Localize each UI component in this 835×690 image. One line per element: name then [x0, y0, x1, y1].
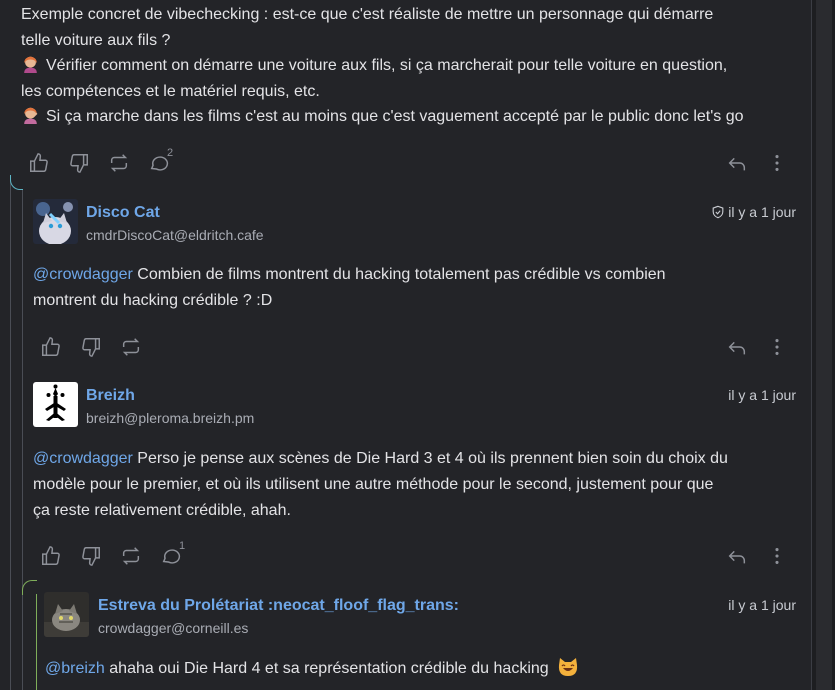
reply-arrow-icon [728, 157, 746, 171]
reply-arrow-icon [728, 341, 746, 355]
kebab-menu-icon [775, 339, 779, 355]
dislike-button[interactable] [68, 152, 92, 176]
mention-link[interactable]: @breizh [45, 660, 105, 677]
thumbs-down-icon [70, 154, 88, 173]
scrollbar-thumb[interactable] [816, 0, 832, 690]
status-content: @crowdagger Perso je pense aux scènes de… [33, 446, 803, 524]
reply-button[interactable] [726, 152, 750, 176]
like-button[interactable] [40, 336, 64, 360]
status-content: @crowdagger Combien de films montrent du… [33, 262, 803, 314]
display-name[interactable]: Breizh [86, 387, 135, 405]
text-line: @breizh ahaha oui Die Hard 4 et sa repré… [45, 656, 805, 682]
avatar[interactable] [33, 382, 78, 427]
text: Combien de films montrent du hacking tot… [132, 266, 666, 283]
reply-count-button[interactable]: 1 [160, 540, 185, 569]
text-line: ça reste relativement crédible, ahah. [33, 502, 291, 519]
text-line: @crowdagger Combien de films montrent du… [33, 262, 803, 288]
reply-count: 2 [167, 147, 174, 159]
thumbs-down-icon [82, 547, 100, 566]
status-content: @breizh ahaha oui Die Hard 4 et sa repré… [45, 656, 805, 682]
text-line: modèle pour le premier, et où ils utilis… [33, 476, 714, 493]
text: Vérifier comment on démarre une voiture … [46, 57, 728, 74]
text-line: montrent du hacking crédible ? :D [33, 292, 273, 309]
timestamp[interactable]: il y a 1 jour [700, 204, 796, 220]
thread-connector [22, 580, 37, 595]
dislike-button[interactable] [80, 545, 104, 569]
account-handle[interactable]: breizh@pleroma.breizh.pm [86, 410, 254, 426]
boost-button[interactable] [120, 545, 144, 569]
text-line: les compétences et le matériel requis, e… [21, 82, 320, 100]
repeat-icon [110, 154, 128, 172]
reply-count: 1 [179, 540, 186, 552]
scrollbar[interactable] [811, 0, 835, 690]
text-line: Exemple concret de vibechecking : est-ce… [21, 6, 714, 23]
boost-button[interactable] [120, 336, 144, 360]
status-content: Exemple concret de vibechecking : est-ce… [21, 2, 801, 130]
text-line: telle voiture aux fils ? [21, 31, 171, 49]
thread-line [22, 190, 23, 690]
thumbs-down-icon [82, 338, 100, 357]
avatar[interactable] [33, 199, 78, 244]
timestamp-text: il y a 1 jour [728, 204, 796, 220]
more-button[interactable] [766, 152, 790, 176]
thumbs-up-icon [30, 153, 48, 172]
person-emoji-icon [24, 107, 38, 124]
thread-line [36, 594, 37, 690]
text: Perso je pense aux scènes de Die Hard 3 … [132, 450, 728, 467]
status-actions: 2 [28, 147, 798, 178]
account-handle[interactable]: crowdagger@corneill.es [98, 620, 248, 636]
status-actions [40, 336, 800, 362]
display-name[interactable]: Disco Cat [86, 204, 160, 222]
status-actions: 1 [40, 540, 800, 571]
like-button[interactable] [28, 152, 52, 176]
text: Si ça marche dans les films c'est au moi… [46, 108, 744, 125]
kebab-menu-icon [775, 155, 779, 171]
dislike-button[interactable] [80, 336, 104, 360]
text-line: Vérifier comment on démarre une voiture … [21, 53, 801, 79]
avatar[interactable] [44, 592, 89, 637]
reply-button[interactable] [726, 545, 750, 569]
mention-link[interactable]: @crowdagger [33, 450, 133, 467]
thread-line [10, 180, 11, 690]
shield-icon [712, 205, 724, 219]
more-button[interactable] [766, 545, 790, 569]
reply-arrow-icon [728, 550, 746, 564]
ermine-avatar-icon [33, 382, 78, 427]
account-handle[interactable]: cmdrDiscoCat@eldritch.cafe [86, 227, 264, 243]
reply-button[interactable] [726, 336, 750, 360]
boost-button[interactable] [108, 152, 132, 176]
like-button[interactable] [40, 545, 64, 569]
cat-photo-avatar-icon [44, 592, 89, 637]
mention-link[interactable]: @crowdagger [33, 266, 133, 283]
repeat-icon [122, 547, 140, 565]
text-line: @crowdagger Perso je pense aux scènes de… [33, 446, 803, 472]
thumbs-up-icon [42, 337, 60, 356]
grinning-cat-emoji-icon [559, 658, 578, 676]
cat-avatar-icon [33, 199, 78, 244]
thread-view: Exemple concret de vibechecking : est-ce… [0, 0, 835, 690]
display-name[interactable]: Estreva du Prolétariat :neocat_floof_fla… [98, 597, 459, 615]
more-button[interactable] [766, 336, 790, 360]
timestamp[interactable]: il y a 1 jour [700, 597, 796, 613]
reply-count-button[interactable]: 2 [148, 147, 173, 176]
person-emoji-icon [24, 56, 37, 73]
thumbs-up-icon [42, 546, 60, 565]
text: ahaha oui Die Hard 4 et sa représentatio… [104, 660, 549, 677]
thread-connector [10, 175, 23, 190]
text-line: Si ça marche dans les films c'est au moi… [21, 104, 801, 130]
repeat-icon [122, 338, 140, 356]
kebab-menu-icon [775, 548, 779, 564]
timestamp[interactable]: il y a 1 jour [700, 387, 796, 403]
